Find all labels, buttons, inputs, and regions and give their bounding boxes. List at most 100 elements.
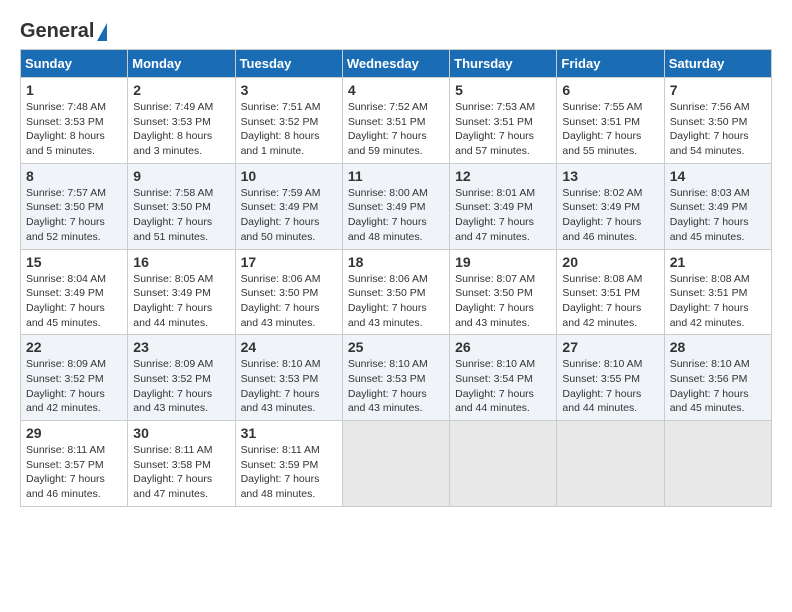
day-info: Sunrise: 7:57 AM Sunset: 3:50 PM Dayligh… — [26, 186, 122, 245]
day-number: 1 — [26, 82, 122, 98]
calendar-cell: 22 Sunrise: 8:09 AM Sunset: 3:52 PM Dayli… — [21, 335, 128, 421]
day-number: 12 — [455, 168, 551, 184]
day-info: Sunrise: 7:49 AM Sunset: 3:53 PM Dayligh… — [133, 100, 229, 159]
calendar-cell: 16 Sunrise: 8:05 AM Sunset: 3:49 PM Dayli… — [128, 249, 235, 335]
calendar-cell — [557, 421, 664, 507]
day-number: 30 — [133, 425, 229, 441]
day-info: Sunrise: 8:06 AM Sunset: 3:50 PM Dayligh… — [348, 272, 444, 331]
day-info: Sunrise: 8:08 AM Sunset: 3:51 PM Dayligh… — [562, 272, 658, 331]
day-number: 22 — [26, 339, 122, 355]
logo-general: General — [20, 20, 94, 43]
col-header-monday: Monday — [128, 50, 235, 78]
calendar-cell: 23Sunrise: 8:09 AM Sunset: 3:52 PM Dayli… — [128, 335, 235, 421]
calendar: SundayMondayTuesdayWednesdayThursdayFrid… — [20, 49, 772, 507]
calendar-cell: 24 Sunrise: 8:10 AM Sunset: 3:53 PM Dayli… — [235, 335, 342, 421]
calendar-cell: 8 Sunrise: 7:57 AM Sunset: 3:50 PM Daylig… — [21, 163, 128, 249]
col-header-sunday: Sunday — [21, 50, 128, 78]
calendar-cell: 30 Sunrise: 8:11 AM Sunset: 3:58 PM Dayli… — [128, 421, 235, 507]
logo: General — [20, 20, 107, 39]
calendar-cell: 27 Sunrise: 8:10 AM Sunset: 3:55 PM Dayli… — [557, 335, 664, 421]
day-info: Sunrise: 7:52 AM Sunset: 3:51 PM Dayligh… — [348, 100, 444, 159]
day-info: Sunrise: 7:53 AM Sunset: 3:51 PM Dayligh… — [455, 100, 551, 159]
day-number: 16 — [133, 254, 229, 270]
day-number: 20 — [562, 254, 658, 270]
calendar-cell: 15 Sunrise: 8:04 AM Sunset: 3:49 PM Dayli… — [21, 249, 128, 335]
day-info: Sunrise: 8:10 AM Sunset: 3:54 PM Dayligh… — [455, 357, 551, 416]
day-info: Sunrise: 7:58 AM Sunset: 3:50 PM Dayligh… — [133, 186, 229, 245]
calendar-cell: 11 Sunrise: 8:00 AM Sunset: 3:49 PM Dayli… — [342, 163, 449, 249]
calendar-cell: 29 Sunrise: 8:11 AM Sunset: 3:57 PM Dayli… — [21, 421, 128, 507]
day-number: 19 — [455, 254, 551, 270]
day-info: Sunrise: 7:55 AM Sunset: 3:51 PM Dayligh… — [562, 100, 658, 159]
day-info: Sunrise: 8:11 AM Sunset: 3:57 PM Dayligh… — [26, 443, 122, 502]
calendar-cell: 17 Sunrise: 8:06 AM Sunset: 3:50 PM Dayli… — [235, 249, 342, 335]
calendar-cell: 14 Sunrise: 8:03 AM Sunset: 3:49 PM Dayli… — [664, 163, 771, 249]
day-info: Sunrise: 8:00 AM Sunset: 3:49 PM Dayligh… — [348, 186, 444, 245]
day-number: 15 — [26, 254, 122, 270]
calendar-cell: 20 Sunrise: 8:08 AM Sunset: 3:51 PM Dayli… — [557, 249, 664, 335]
day-number: 18 — [348, 254, 444, 270]
day-number: 17 — [241, 254, 337, 270]
calendar-cell: 7 Sunrise: 7:56 AM Sunset: 3:50 PM Daylig… — [664, 78, 771, 164]
calendar-cell: 21 Sunrise: 8:08 AM Sunset: 3:51 PM Dayli… — [664, 249, 771, 335]
calendar-cell: 12 Sunrise: 8:01 AM Sunset: 3:49 PM Dayli… — [450, 163, 557, 249]
day-number: 29 — [26, 425, 122, 441]
day-info: Sunrise: 8:11 AM Sunset: 3:58 PM Dayligh… — [133, 443, 229, 502]
day-number: 27 — [562, 339, 658, 355]
day-info: Sunrise: 7:48 AM Sunset: 3:53 PM Dayligh… — [26, 100, 122, 159]
day-number: 10 — [241, 168, 337, 184]
day-number: 25 — [348, 339, 444, 355]
day-number: 6 — [562, 82, 658, 98]
calendar-cell: 28 Sunrise: 8:10 AM Sunset: 3:56 PM Dayli… — [664, 335, 771, 421]
day-number: 26 — [455, 339, 551, 355]
col-header-saturday: Saturday — [664, 50, 771, 78]
day-number: 31 — [241, 425, 337, 441]
calendar-cell: 26 Sunrise: 8:10 AM Sunset: 3:54 PM Dayli… — [450, 335, 557, 421]
calendar-cell: 18 Sunrise: 8:06 AM Sunset: 3:50 PM Dayli… — [342, 249, 449, 335]
calendar-cell: 9Sunrise: 7:58 AM Sunset: 3:50 PM Daylig… — [128, 163, 235, 249]
calendar-cell: 31 Sunrise: 8:11 AM Sunset: 3:59 PM Dayli… — [235, 421, 342, 507]
day-info: Sunrise: 8:10 AM Sunset: 3:56 PM Dayligh… — [670, 357, 766, 416]
calendar-cell: 25 Sunrise: 8:10 AM Sunset: 3:53 PM Dayli… — [342, 335, 449, 421]
day-info: Sunrise: 8:11 AM Sunset: 3:59 PM Dayligh… — [241, 443, 337, 502]
day-info: Sunrise: 7:51 AM Sunset: 3:52 PM Dayligh… — [241, 100, 337, 159]
day-number: 28 — [670, 339, 766, 355]
day-number: 11 — [348, 168, 444, 184]
day-number: 14 — [670, 168, 766, 184]
calendar-cell: 1 Sunrise: 7:48 AM Sunset: 3:53 PM Daylig… — [21, 78, 128, 164]
calendar-cell: 19 Sunrise: 8:07 AM Sunset: 3:50 PM Dayli… — [450, 249, 557, 335]
calendar-cell: 10 Sunrise: 7:59 AM Sunset: 3:49 PM Dayli… — [235, 163, 342, 249]
col-header-wednesday: Wednesday — [342, 50, 449, 78]
day-info: Sunrise: 8:05 AM Sunset: 3:49 PM Dayligh… — [133, 272, 229, 331]
day-info: Sunrise: 8:08 AM Sunset: 3:51 PM Dayligh… — [670, 272, 766, 331]
col-header-tuesday: Tuesday — [235, 50, 342, 78]
day-number: 24 — [241, 339, 337, 355]
calendar-cell — [664, 421, 771, 507]
calendar-cell: 5Sunrise: 7:53 AM Sunset: 3:51 PM Daylig… — [450, 78, 557, 164]
day-info: Sunrise: 8:10 AM Sunset: 3:53 PM Dayligh… — [241, 357, 337, 416]
calendar-cell: 2 Sunrise: 7:49 AM Sunset: 3:53 PM Daylig… — [128, 78, 235, 164]
col-header-thursday: Thursday — [450, 50, 557, 78]
day-number: 21 — [670, 254, 766, 270]
col-header-friday: Friday — [557, 50, 664, 78]
day-info: Sunrise: 8:09 AM Sunset: 3:52 PM Dayligh… — [133, 357, 229, 416]
day-info: Sunrise: 7:56 AM Sunset: 3:50 PM Dayligh… — [670, 100, 766, 159]
calendar-cell — [450, 421, 557, 507]
day-info: Sunrise: 8:09 AM Sunset: 3:52 PM Dayligh… — [26, 357, 122, 416]
day-info: Sunrise: 8:10 AM Sunset: 3:53 PM Dayligh… — [348, 357, 444, 416]
day-info: Sunrise: 8:04 AM Sunset: 3:49 PM Dayligh… — [26, 272, 122, 331]
day-number: 8 — [26, 168, 122, 184]
day-info: Sunrise: 8:01 AM Sunset: 3:49 PM Dayligh… — [455, 186, 551, 245]
day-number: 3 — [241, 82, 337, 98]
logo-arrow-icon — [97, 23, 107, 41]
day-info: Sunrise: 8:10 AM Sunset: 3:55 PM Dayligh… — [562, 357, 658, 416]
day-info: Sunrise: 7:59 AM Sunset: 3:49 PM Dayligh… — [241, 186, 337, 245]
day-info: Sunrise: 8:07 AM Sunset: 3:50 PM Dayligh… — [455, 272, 551, 331]
calendar-cell: 3 Sunrise: 7:51 AM Sunset: 3:52 PM Daylig… — [235, 78, 342, 164]
day-info: Sunrise: 8:03 AM Sunset: 3:49 PM Dayligh… — [670, 186, 766, 245]
day-number: 7 — [670, 82, 766, 98]
calendar-cell: 4Sunrise: 7:52 AM Sunset: 3:51 PM Daylig… — [342, 78, 449, 164]
calendar-cell: 13Sunrise: 8:02 AM Sunset: 3:49 PM Dayli… — [557, 163, 664, 249]
day-number: 2 — [133, 82, 229, 98]
day-info: Sunrise: 8:06 AM Sunset: 3:50 PM Dayligh… — [241, 272, 337, 331]
